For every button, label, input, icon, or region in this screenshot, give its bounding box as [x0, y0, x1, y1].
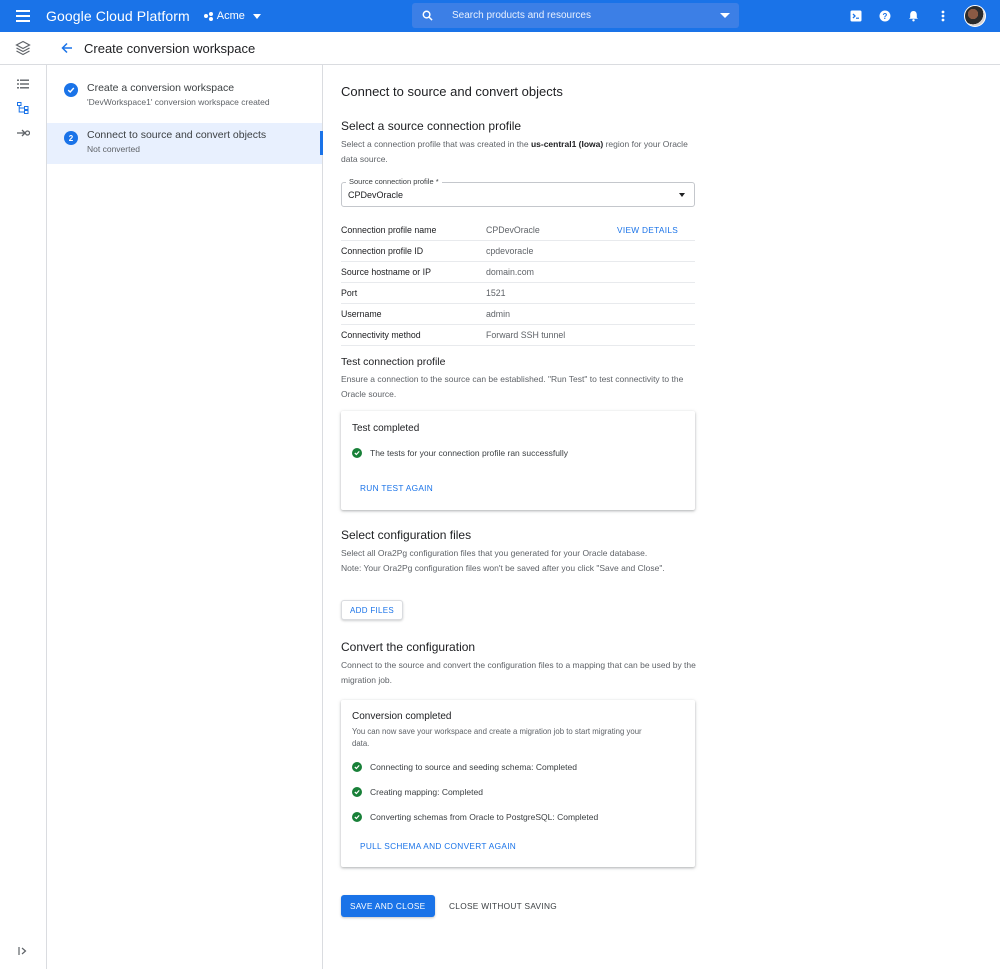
check-circle-icon — [352, 448, 362, 458]
help-icon[interactable]: ? — [877, 9, 892, 24]
table-row: Username admin — [341, 304, 695, 325]
detail-key: Username — [341, 309, 382, 319]
list-icon[interactable] — [16, 77, 30, 91]
detail-value: CPDevOracle — [486, 225, 540, 235]
run-test-again-button[interactable]: RUN TEST AGAIN — [360, 483, 433, 493]
table-row: Port 1521 — [341, 283, 695, 304]
step-title: Connect to source and convert objects — [87, 129, 267, 141]
section-title-profile: Select a source connection profile — [341, 119, 522, 133]
step-create-workspace[interactable]: Create a conversion workspace 'DevWorksp… — [47, 81, 322, 117]
conversion-result-row: Converting schemas from Oracle to Postgr… — [352, 812, 598, 822]
section-desc-config: Select all Ora2Pg configuration files th… — [341, 548, 665, 573]
step-number: 2 — [64, 131, 78, 145]
more-vert-icon[interactable] — [935, 9, 950, 24]
tree-icon[interactable] — [16, 101, 30, 115]
detail-value: Forward SSH tunnel — [486, 330, 566, 340]
migrate-icon[interactable] — [16, 126, 30, 140]
table-row: Source hostname or IP domain.com — [341, 262, 695, 283]
cloud-shell-icon[interactable] — [848, 9, 863, 24]
check-circle-icon — [352, 787, 362, 797]
chevron-down-icon — [679, 193, 685, 197]
card-description: You can now save your workspace and crea… — [352, 727, 642, 748]
search-input[interactable]: Search products and resources — [412, 3, 739, 28]
menu-icon[interactable] — [0, 0, 46, 32]
test-result-row: The tests for your connection profile ra… — [352, 448, 568, 458]
search-dropdown-icon[interactable] — [720, 13, 730, 18]
project-icon — [203, 11, 213, 21]
svg-text:?: ? — [882, 12, 887, 21]
database-migration-icon[interactable] — [0, 40, 46, 56]
top-app-bar: Google Cloud Platform Acme Search produc… — [0, 0, 1000, 32]
stepper: Create a conversion workspace 'DevWorksp… — [47, 65, 323, 969]
back-arrow-icon[interactable] — [52, 42, 82, 54]
avatar[interactable] — [964, 5, 986, 27]
check-circle-icon — [64, 83, 78, 97]
card-title: Test completed — [352, 423, 420, 434]
left-nav-rail — [0, 65, 47, 969]
result-text: Connecting to source and seeding schema:… — [370, 762, 577, 772]
conversion-result-row: Creating mapping: Completed — [352, 787, 483, 797]
section-desc-convert: Connect to the source and convert the co… — [341, 660, 696, 685]
field-value: CPDevOracle — [348, 190, 404, 200]
notifications-icon[interactable] — [906, 9, 921, 24]
test-result-text: The tests for your connection profile ra… — [370, 448, 568, 458]
step-title: Create a conversion workspace — [87, 82, 235, 94]
test-result-card: Test completed The tests for your connec… — [341, 411, 695, 510]
result-text: Creating mapping: Completed — [370, 787, 483, 797]
add-files-button[interactable]: ADD FILES — [341, 600, 404, 620]
check-circle-icon — [352, 762, 362, 772]
view-details-link[interactable]: VIEW DETAILS — [617, 225, 678, 235]
table-row: Connection profile name CPDevOracle VIEW… — [341, 220, 695, 241]
search-icon — [412, 10, 442, 21]
step-subtitle: 'DevWorkspace1' conversion workspace cre… — [87, 97, 270, 107]
card-title: Conversion completed — [352, 711, 452, 722]
section-title-convert: Convert the configuration — [341, 640, 476, 654]
table-row: Connectivity method Forward SSH tunnel — [341, 325, 695, 346]
detail-key: Source hostname or IP — [341, 267, 431, 277]
page-heading: Connect to source and convert objects — [341, 84, 563, 99]
pull-schema-convert-again-button[interactable]: PULL SCHEMA AND CONVERT AGAIN — [360, 841, 516, 851]
active-step-indicator — [320, 131, 323, 155]
source-connection-profile-select[interactable]: Source connection profile * CPDevOracle — [341, 177, 695, 207]
detail-value: domain.com — [486, 267, 534, 277]
page-title: Create conversion workspace — [84, 40, 256, 56]
result-text: Converting schemas from Oracle to Postgr… — [370, 812, 599, 822]
detail-key: Connection profile ID — [341, 246, 424, 256]
project-name: Acme — [216, 10, 245, 22]
section-title-test: Test connection profile — [341, 356, 446, 368]
detail-key: Port — [341, 288, 358, 298]
page-header: Create conversion workspace — [0, 32, 1000, 65]
brand-title[interactable]: Google Cloud Platform — [46, 8, 190, 24]
project-selector[interactable]: Acme — [203, 10, 261, 22]
profile-details-table: Connection profile name CPDevOracle VIEW… — [341, 220, 695, 346]
detail-key: Connection profile name — [341, 225, 437, 235]
search-placeholder: Search products and resources — [452, 10, 591, 21]
detail-value: cpdevoracle — [486, 246, 534, 256]
step-subtitle: Not converted — [87, 144, 140, 154]
section-desc-test: Ensure a connection to the source can be… — [341, 374, 684, 399]
expand-rail-icon[interactable] — [16, 944, 30, 958]
field-label: Source connection profile * — [346, 177, 442, 186]
section-desc-profile: Select a connection profile that was cre… — [341, 139, 688, 164]
conversion-result-card: Conversion completed You can now save yo… — [341, 700, 695, 867]
close-without-saving-button[interactable]: CLOSE WITHOUT SAVING — [449, 895, 557, 917]
detail-value: 1521 — [486, 288, 506, 298]
table-row: Connection profile ID cpdevoracle — [341, 241, 695, 262]
save-and-close-button[interactable]: SAVE AND CLOSE — [341, 895, 435, 917]
detail-key: Connectivity method — [341, 330, 421, 340]
section-title-config: Select configuration files — [341, 528, 472, 542]
detail-value: admin — [486, 309, 510, 319]
conversion-result-row: Connecting to source and seeding schema:… — [352, 762, 577, 772]
chevron-down-icon — [252, 13, 261, 19]
step-connect-convert[interactable]: 2 Connect to source and convert objects … — [47, 123, 323, 164]
check-circle-icon — [352, 812, 362, 822]
